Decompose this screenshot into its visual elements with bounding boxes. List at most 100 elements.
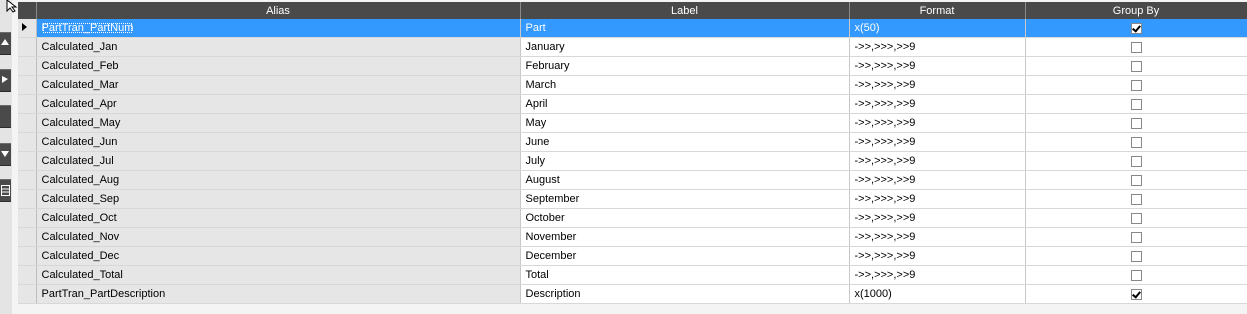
- format-cell[interactable]: ->>,>>>,>>9: [849, 37, 1026, 57]
- move-up-button[interactable]: [0, 69, 11, 92]
- table-row[interactable]: Calculated_Jun June ->>,>>>,>>9: [18, 132, 1247, 152]
- alias-cell[interactable]: Calculated_Jun: [36, 132, 521, 152]
- format-cell[interactable]: ->>,>>>,>>9: [849, 265, 1026, 285]
- group-by-cell[interactable]: [1025, 170, 1247, 190]
- group-by-checkbox[interactable]: [1130, 231, 1142, 243]
- group-by-cell[interactable]: [1025, 113, 1247, 133]
- format-cell[interactable]: ->>,>>>,>>9: [849, 75, 1026, 95]
- row-selector[interactable]: [18, 151, 37, 171]
- move-down-button[interactable]: [0, 143, 11, 166]
- group-by-cell[interactable]: [1025, 284, 1247, 304]
- grid-button[interactable]: [0, 179, 11, 202]
- table-row[interactable]: Calculated_Nov November ->>,>>>,>>9: [18, 227, 1247, 247]
- group-by-cell[interactable]: [1025, 208, 1247, 228]
- format-cell[interactable]: ->>,>>>,>>9: [849, 113, 1026, 133]
- label-cell[interactable]: August: [520, 170, 850, 190]
- alias-cell[interactable]: Calculated_Jan: [36, 37, 521, 57]
- label-cell[interactable]: April: [520, 94, 850, 114]
- group-by-checkbox[interactable]: [1130, 136, 1142, 148]
- group-by-checkbox[interactable]: [1130, 60, 1142, 72]
- group-by-checkbox[interactable]: [1130, 79, 1142, 91]
- alias-cell[interactable]: PartTran_PartDescription: [36, 284, 521, 304]
- table-row[interactable]: Calculated_Jul July ->>,>>>,>>9: [18, 151, 1247, 171]
- format-cell[interactable]: ->>,>>>,>>9: [849, 246, 1026, 266]
- alias-cell[interactable]: Calculated_Apr: [36, 94, 521, 114]
- group-by-cell[interactable]: [1025, 56, 1247, 76]
- group-by-cell[interactable]: [1025, 265, 1247, 285]
- format-cell[interactable]: ->>,>>>,>>9: [849, 94, 1026, 114]
- column-header-group-by[interactable]: Group By: [1025, 2, 1247, 19]
- group-by-cell[interactable]: [1025, 227, 1247, 247]
- label-cell[interactable]: November: [520, 227, 850, 247]
- row-selector[interactable]: [18, 75, 37, 95]
- alias-cell[interactable]: Calculated_Feb: [36, 56, 521, 76]
- label-cell[interactable]: Total: [520, 265, 850, 285]
- label-cell[interactable]: September: [520, 189, 850, 209]
- group-by-checkbox[interactable]: [1130, 117, 1142, 129]
- table-row[interactable]: PartTran_PartDescription Description x(100…: [18, 284, 1247, 304]
- format-cell[interactable]: x(1000): [849, 284, 1026, 304]
- row-selector[interactable]: [18, 170, 37, 190]
- group-by-cell[interactable]: [1025, 37, 1247, 57]
- alias-cell[interactable]: Calculated_Mar: [36, 75, 521, 95]
- row-selector[interactable]: [18, 19, 37, 38]
- row-selector[interactable]: [18, 132, 37, 152]
- column-header-format[interactable]: Format: [849, 2, 1026, 19]
- group-by-checkbox[interactable]: [1130, 288, 1142, 300]
- alias-cell[interactable]: Calculated_Dec: [36, 246, 521, 266]
- format-cell[interactable]: ->>,>>>,>>9: [849, 208, 1026, 228]
- column-header-label[interactable]: Label: [520, 2, 850, 19]
- format-cell[interactable]: x(50): [849, 19, 1026, 38]
- table-row[interactable]: PartTran_PartNum Part x(50): [18, 19, 1247, 38]
- row-selector[interactable]: [18, 246, 37, 266]
- group-by-cell[interactable]: [1025, 94, 1247, 114]
- alias-cell[interactable]: Calculated_Sep: [36, 189, 521, 209]
- group-by-checkbox[interactable]: [1130, 212, 1142, 224]
- label-cell[interactable]: March: [520, 75, 850, 95]
- group-by-checkbox[interactable]: [1130, 41, 1142, 53]
- label-cell[interactable]: May: [520, 113, 850, 133]
- table-row[interactable]: Calculated_Sep September ->>,>>>,>>9: [18, 189, 1247, 209]
- label-cell[interactable]: October: [520, 208, 850, 228]
- label-cell[interactable]: January: [520, 37, 850, 57]
- group-by-checkbox[interactable]: [1130, 193, 1142, 205]
- table-row[interactable]: Calculated_Feb February ->>,>>>,>>9: [18, 56, 1247, 76]
- group-by-cell[interactable]: [1025, 246, 1247, 266]
- table-row[interactable]: Calculated_Dec December ->>,>>>,>>9: [18, 246, 1247, 266]
- group-by-checkbox[interactable]: [1130, 22, 1142, 34]
- format-cell[interactable]: ->>,>>>,>>9: [849, 132, 1026, 152]
- label-cell[interactable]: Part: [520, 19, 850, 38]
- table-row[interactable]: Calculated_Oct October ->>,>>>,>>9: [18, 208, 1247, 228]
- blank-button[interactable]: [0, 105, 11, 128]
- row-selector[interactable]: [18, 37, 37, 57]
- group-by-cell[interactable]: [1025, 151, 1247, 171]
- alias-cell[interactable]: Calculated_Aug: [36, 170, 521, 190]
- group-by-checkbox[interactable]: [1130, 98, 1142, 110]
- group-by-checkbox[interactable]: [1130, 269, 1142, 281]
- table-row[interactable]: Calculated_Total Total ->>,>>>,>>9: [18, 265, 1247, 285]
- row-selector[interactable]: [18, 113, 37, 133]
- row-selector[interactable]: [18, 265, 37, 285]
- row-selector[interactable]: [18, 56, 37, 76]
- row-selector[interactable]: [18, 208, 37, 228]
- label-cell[interactable]: February: [520, 56, 850, 76]
- label-cell[interactable]: Description: [520, 284, 850, 304]
- group-by-checkbox[interactable]: [1130, 250, 1142, 262]
- table-row[interactable]: Calculated_Mar March ->>,>>>,>>9: [18, 75, 1247, 95]
- group-by-checkbox[interactable]: [1130, 174, 1142, 186]
- group-by-cell[interactable]: [1025, 132, 1247, 152]
- group-by-cell[interactable]: [1025, 189, 1247, 209]
- alias-cell[interactable]: Calculated_Nov: [36, 227, 521, 247]
- move-top-button[interactable]: [0, 32, 11, 55]
- label-cell[interactable]: December: [520, 246, 850, 266]
- row-selector[interactable]: [18, 284, 37, 304]
- format-cell[interactable]: ->>,>>>,>>9: [849, 170, 1026, 190]
- table-row[interactable]: Calculated_Apr April ->>,>>>,>>9: [18, 94, 1247, 114]
- table-row[interactable]: Calculated_Aug August ->>,>>>,>>9: [18, 170, 1247, 190]
- alias-cell[interactable]: PartTran_PartNum: [36, 19, 521, 38]
- table-row[interactable]: Calculated_May May ->>,>>>,>>9: [18, 113, 1247, 133]
- group-by-cell[interactable]: [1025, 19, 1247, 38]
- row-selector[interactable]: [18, 227, 37, 247]
- format-cell[interactable]: ->>,>>>,>>9: [849, 189, 1026, 209]
- alias-cell[interactable]: Calculated_Jul: [36, 151, 521, 171]
